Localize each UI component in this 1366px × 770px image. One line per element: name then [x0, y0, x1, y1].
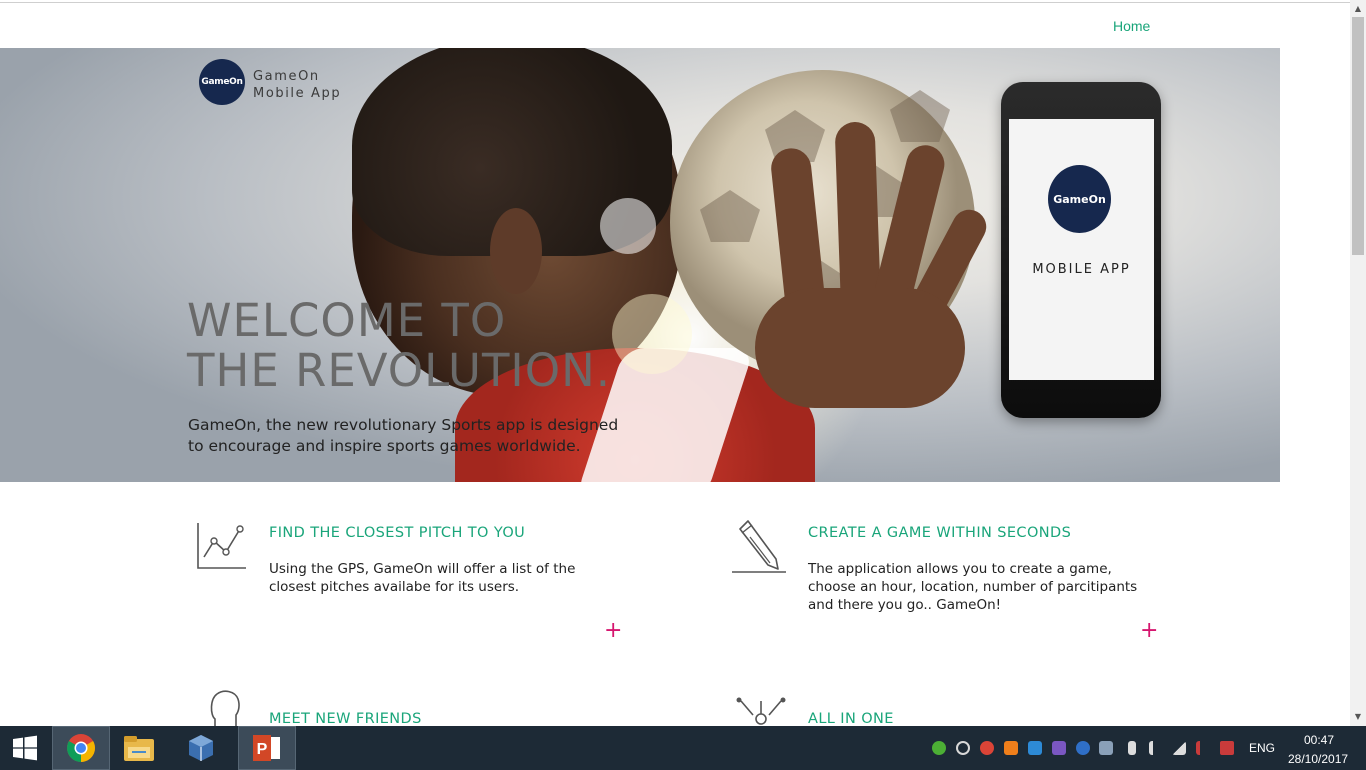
- display-icon[interactable]: [1099, 741, 1113, 755]
- chrome-icon: [67, 734, 95, 762]
- svg-text:P: P: [257, 741, 268, 758]
- app-tray-icon[interactable]: [1004, 741, 1018, 755]
- windows-start-icon: [13, 735, 37, 761]
- hero-photo-ear: [490, 208, 542, 294]
- brand-name: GameOn Mobile App: [253, 68, 341, 102]
- browser-page: Home GameOn GameOn Mobile App WELCOME TO…: [0, 0, 1350, 726]
- ball-patch: [700, 190, 760, 242]
- scrollbar-thumb[interactable]: [1352, 17, 1364, 255]
- hero-edge: [1280, 48, 1350, 482]
- hero-headline-line1: WELCOME TO: [187, 294, 507, 347]
- feature-title-create: CREATE A GAME WITHIN SECONDS: [808, 525, 1072, 541]
- phone-logo-text: GameOn: [1053, 192, 1106, 206]
- logo-text: GameOn: [201, 77, 243, 87]
- taskbar-file-explorer[interactable]: [114, 726, 164, 770]
- powerpoint-icon: P: [253, 735, 280, 761]
- top-navigation: Home: [0, 3, 1350, 48]
- hero-photo-palm: [755, 288, 965, 408]
- feature-title-friends: MEET NEW FRIENDS: [269, 711, 422, 726]
- gameon-logo[interactable]: GameOn: [199, 59, 245, 105]
- hero-subtext: GameOn, the new revolutionary Sports app…: [188, 416, 619, 455]
- scroll-up-arrow-icon[interactable]: ▲: [1350, 2, 1366, 16]
- wifi-signal-icon[interactable]: [1172, 741, 1186, 755]
- brand-line1: GameOn: [253, 69, 320, 84]
- taskbar-virtualbox[interactable]: [176, 726, 226, 770]
- brand-line2: Mobile App: [253, 86, 342, 101]
- phone-logo: GameOn: [1048, 165, 1111, 233]
- battery-icon[interactable]: [1128, 741, 1136, 755]
- expand-create-button[interactable]: +: [1140, 620, 1158, 642]
- chart-icon: [197, 523, 246, 569]
- feature-desc-create: The application allows you to create a g…: [808, 561, 1138, 613]
- taskbar-chrome[interactable]: [52, 726, 110, 770]
- lens-flare: [612, 294, 692, 374]
- utorrent-icon[interactable]: [932, 741, 946, 755]
- clock-date[interactable]: 28/10/2017: [1288, 752, 1348, 766]
- feature-title-pitch: FIND THE CLOSEST PITCH TO YOU: [269, 525, 526, 541]
- nav-home-link[interactable]: Home: [1113, 18, 1150, 34]
- sync-tray-icon[interactable]: [1028, 741, 1042, 755]
- lens-flare: [600, 198, 656, 254]
- mute-icon[interactable]: [1196, 741, 1210, 755]
- phone-screen: [1009, 119, 1154, 380]
- expand-pitch-button[interactable]: +: [604, 620, 622, 642]
- clock-time[interactable]: 00:47: [1304, 733, 1334, 747]
- hero-headline: WELCOME TO THE REVOLUTION.: [187, 296, 611, 396]
- bluetooth-icon[interactable]: [1076, 741, 1090, 755]
- chrome-tray-icon[interactable]: [980, 741, 994, 755]
- link-icon[interactable]: [956, 741, 970, 755]
- ball-patch: [890, 90, 950, 142]
- file-explorer-icon: [124, 736, 154, 761]
- network-icon: [736, 697, 786, 725]
- language-indicator[interactable]: ENG: [1249, 741, 1275, 755]
- feature-desc-pitch: Using the GPS, GameOn will offer a list …: [269, 561, 576, 595]
- phone-label: MOBILE APP: [1032, 262, 1131, 277]
- network-error-icon[interactable]: [1220, 741, 1234, 755]
- onenote-tray-icon[interactable]: [1052, 741, 1066, 755]
- feature-title-all: ALL IN ONE: [808, 711, 894, 726]
- volume-icon[interactable]: [1149, 741, 1163, 755]
- head-icon: [210, 690, 240, 726]
- hero-headline-line2: THE REVOLUTION.: [187, 344, 612, 397]
- start-button[interactable]: [0, 726, 50, 770]
- taskbar-powerpoint[interactable]: P: [238, 726, 296, 770]
- virtualbox-icon: [189, 735, 213, 761]
- scroll-down-arrow-icon[interactable]: ▼: [1350, 710, 1366, 724]
- pencil-icon: [732, 520, 786, 573]
